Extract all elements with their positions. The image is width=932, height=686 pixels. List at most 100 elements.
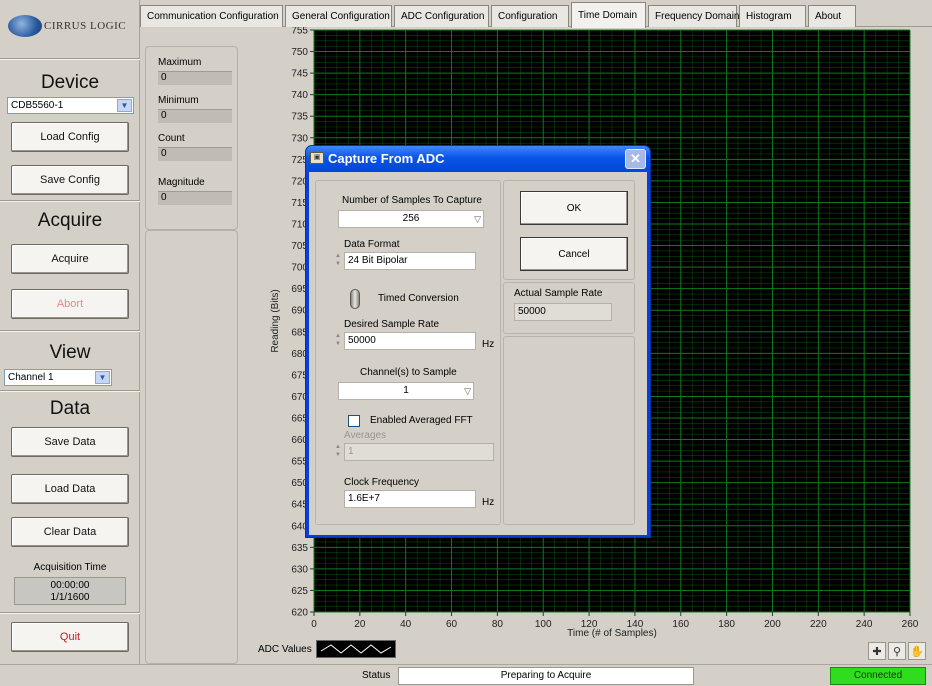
timed-conversion-label: Timed Conversion bbox=[378, 293, 459, 304]
status-bar: Status Preparing to Acquire Connected bbox=[0, 664, 932, 686]
dialog-title: Capture From ADC bbox=[328, 151, 445, 166]
capture-dialog: ▣ Capture From ADC ✕ Number of Samples T… bbox=[305, 145, 651, 538]
zoom-icon[interactable]: ⚲ bbox=[888, 642, 906, 660]
count-label: Count bbox=[158, 133, 185, 144]
sample-rate-label: Desired Sample Rate bbox=[344, 319, 440, 330]
spinner-icon[interactable]: ▲ ▼ bbox=[334, 332, 342, 350]
magnitude-label: Magnitude bbox=[158, 177, 205, 188]
actual-rate-value: 50000 bbox=[514, 303, 612, 321]
device-select[interactable]: CDB5560-1 ▼ bbox=[7, 97, 134, 114]
x-tick-label: 180 bbox=[718, 619, 735, 630]
y-tick-label: 635 bbox=[291, 543, 308, 554]
minimum-value: 0 bbox=[158, 109, 232, 123]
cancel-button[interactable]: Cancel bbox=[520, 237, 628, 271]
data-title: Data bbox=[49, 398, 91, 419]
view-title: View bbox=[49, 342, 91, 363]
samples-value: 256 bbox=[402, 213, 420, 224]
y-tick-label: 745 bbox=[291, 69, 308, 80]
y-tick-label: 620 bbox=[291, 608, 308, 619]
dialog-titlebar[interactable]: ▣ Capture From ADC ✕ bbox=[306, 146, 650, 172]
tab-time-domain[interactable]: Time Domain bbox=[571, 2, 646, 28]
load-config-button[interactable]: Load Config bbox=[11, 122, 129, 152]
logo-text: CIRRUS LOGIC bbox=[44, 20, 127, 32]
channels-value: 1 bbox=[403, 385, 409, 396]
tab-communication-configuration[interactable]: Communication Configuration bbox=[140, 5, 283, 27]
averages-label: Averages bbox=[344, 430, 387, 441]
sample-rate-field[interactable]: 50000 bbox=[344, 332, 476, 350]
pan-hand-icon[interactable]: ✋ bbox=[908, 642, 926, 660]
ok-button[interactable]: OK bbox=[520, 191, 628, 225]
x-tick-label: 260 bbox=[902, 619, 919, 630]
averages-field[interactable]: 1 bbox=[344, 443, 494, 461]
tab-frequency-domain[interactable]: Frequency Domain bbox=[648, 5, 739, 27]
dialog-buttons-panel: OK Cancel bbox=[503, 180, 635, 280]
x-tick-label: 160 bbox=[672, 619, 689, 630]
app-icon: ▣ bbox=[310, 152, 324, 164]
magnitude-value: 0 bbox=[158, 191, 232, 205]
y-tick-label: 755 bbox=[291, 27, 308, 37]
empty-panel bbox=[145, 230, 238, 664]
status-message: Preparing to Acquire bbox=[398, 667, 694, 685]
status-label: Status bbox=[362, 670, 391, 681]
chevron-down-icon[interactable]: ▼ bbox=[117, 99, 132, 112]
connection-indicator: Connected bbox=[830, 667, 926, 685]
capture-settings-panel: Number of Samples To Capture 256 ▽ Data … bbox=[315, 180, 501, 525]
data-format-label: Data Format bbox=[344, 239, 400, 250]
minimum-label: Minimum bbox=[158, 95, 199, 106]
channel-select[interactable]: Channel 1 ▼ bbox=[4, 369, 112, 386]
tab-configuration[interactable]: Configuration bbox=[491, 5, 569, 27]
x-tick-label: 40 bbox=[400, 619, 412, 630]
dialog-body: Number of Samples To Capture 256 ▽ Data … bbox=[309, 172, 647, 535]
maximum-value: 0 bbox=[158, 71, 232, 85]
graph-tools: ✚ ⚲ ✋ bbox=[868, 642, 930, 660]
device-select-value: CDB5560-1 bbox=[11, 100, 64, 111]
left-sidebar: CIRRUS LOGIC Device CDB5560-1 ▼ Load Con… bbox=[0, 0, 140, 664]
close-icon[interactable]: ✕ bbox=[625, 149, 646, 169]
clock-frequency-unit: Hz bbox=[482, 497, 495, 508]
x-tick-label: 220 bbox=[810, 619, 827, 630]
spinner-icon[interactable]: ▲ ▼ bbox=[334, 252, 342, 270]
averaged-fft-checkbox[interactable] bbox=[348, 415, 360, 427]
crosshair-icon[interactable]: ✚ bbox=[868, 642, 886, 660]
channels-select[interactable]: 1 ▽ bbox=[338, 382, 474, 400]
channel-select-value: Channel 1 bbox=[8, 372, 54, 383]
tab-general-configuration[interactable]: General Configuration bbox=[285, 5, 392, 27]
channels-label: Channel(s) to Sample bbox=[360, 367, 457, 378]
data-format-field[interactable]: 24 Bit Bipolar bbox=[344, 252, 476, 270]
acquire-button[interactable]: Acquire bbox=[11, 244, 129, 274]
legend-line-icon bbox=[320, 644, 392, 654]
divider bbox=[0, 612, 140, 614]
quit-button[interactable]: Quit bbox=[11, 622, 129, 652]
actual-rate-panel: Actual Sample Rate 50000 bbox=[503, 282, 635, 334]
spinner-icon[interactable]: ▲ ▼ bbox=[334, 443, 342, 461]
y-tick-label: 630 bbox=[291, 564, 308, 575]
dropdown-triangle-icon: ▽ bbox=[464, 386, 471, 396]
clock-frequency-field[interactable]: 1.6E+7 bbox=[344, 490, 476, 508]
tab-adc-configuration[interactable]: ADC Configuration bbox=[394, 5, 489, 27]
legend-swatch[interactable] bbox=[316, 640, 396, 658]
logo-mark-icon bbox=[8, 15, 42, 37]
count-value: 0 bbox=[158, 147, 232, 161]
averaged-fft-label: Enabled Averaged FFT bbox=[370, 415, 473, 426]
save-data-button[interactable]: Save Data bbox=[11, 427, 129, 457]
x-tick-label: 100 bbox=[535, 619, 552, 630]
tab-bar: Communication Configuration General Confi… bbox=[140, 0, 932, 28]
chevron-down-icon[interactable]: ▼ bbox=[95, 371, 110, 384]
tab-about[interactable]: About bbox=[808, 5, 856, 27]
dropdown-triangle-icon: ▽ bbox=[474, 214, 481, 224]
tab-histogram[interactable]: Histogram bbox=[739, 5, 806, 27]
divider bbox=[0, 200, 140, 202]
samples-select[interactable]: 256 ▽ bbox=[338, 210, 484, 228]
save-config-button[interactable]: Save Config bbox=[11, 165, 129, 195]
x-tick-label: 60 bbox=[446, 619, 458, 630]
empty-panel bbox=[503, 336, 635, 525]
x-tick-label: 20 bbox=[354, 619, 366, 630]
abort-button[interactable]: Abort bbox=[11, 289, 129, 319]
divider bbox=[0, 330, 140, 332]
y-tick-label: 750 bbox=[291, 47, 308, 58]
load-data-button[interactable]: Load Data bbox=[11, 474, 129, 504]
x-tick-label: 0 bbox=[311, 619, 317, 630]
x-tick-label: 80 bbox=[492, 619, 504, 630]
timed-conversion-toggle[interactable] bbox=[350, 289, 360, 309]
clear-data-button[interactable]: Clear Data bbox=[11, 517, 129, 547]
